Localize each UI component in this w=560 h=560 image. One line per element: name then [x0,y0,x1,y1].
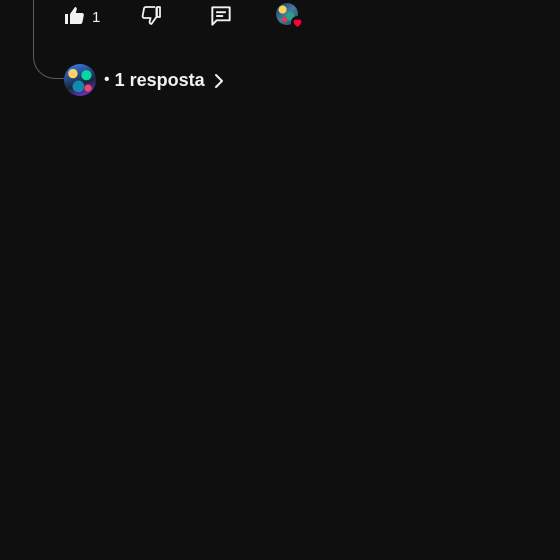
like-button[interactable]: 1 [62,2,100,30]
view-replies-button[interactable]: • 1 resposta [64,63,225,97]
dislike-button[interactable] [140,2,164,30]
chevron-right-icon [214,74,223,88]
reply-button[interactable] [208,2,234,30]
heart-icon [291,16,304,29]
replier-avatar [64,64,96,96]
replies-count-label: 1 resposta [114,69,205,90]
creator-heart-badge[interactable] [276,3,306,31]
separator-dot: • [104,71,110,88]
like-count: 1 [92,8,101,26]
thumbs-up-icon [65,7,84,25]
thumbs-down-icon [141,6,161,25]
comment-icon [211,6,231,26]
comment-action-bar: 1 [0,0,560,34]
